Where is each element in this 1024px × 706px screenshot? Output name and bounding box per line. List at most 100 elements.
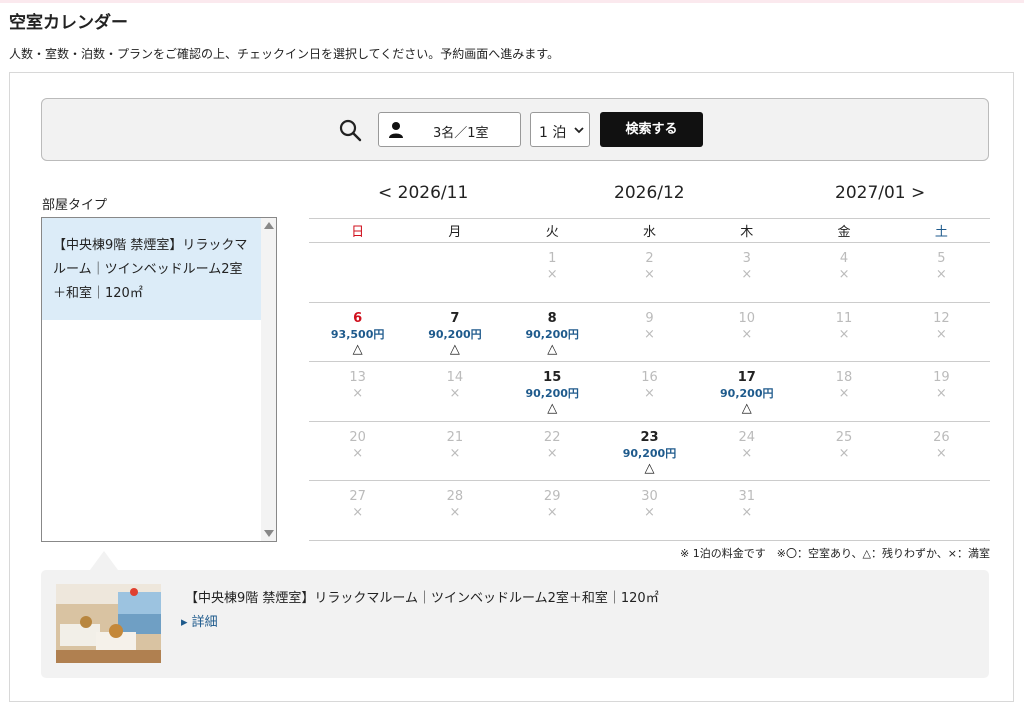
day-number: 4 bbox=[839, 251, 849, 266]
day-number: 8 bbox=[547, 310, 557, 326]
day-price[interactable]: 90,200円 bbox=[504, 386, 601, 401]
calendar-day-cell: 31 × bbox=[698, 480, 796, 541]
search-button[interactable]: 検索する bbox=[600, 112, 703, 147]
chevron-down-icon bbox=[574, 127, 584, 134]
day-number: 14 bbox=[446, 370, 464, 386]
day-number: 12 bbox=[933, 310, 950, 326]
day-number: 15 bbox=[543, 370, 562, 386]
calendar-day-cell: 25 × bbox=[795, 421, 893, 482]
calendar-day-cell: 22 × bbox=[503, 421, 601, 482]
full-mark: × bbox=[644, 326, 655, 342]
availability-calendar: 日月火水木金土 1 × 2 × 3 × 4 × 5 × 6 93,500円 △ 7 90,200円 △ 8 90,… bbox=[309, 218, 990, 541]
full-mark: × bbox=[935, 326, 947, 342]
calendar-day-cell: 13 × bbox=[309, 361, 407, 422]
calendar-day-cell: 27 × bbox=[309, 480, 407, 541]
full-mark: × bbox=[352, 445, 364, 461]
day-number: 11 bbox=[835, 310, 853, 326]
few-left-mark: △ bbox=[741, 401, 752, 417]
calendar-day-cell: 1 × bbox=[503, 242, 601, 303]
day-number: 29 bbox=[543, 489, 561, 505]
nights-select[interactable]: 1 泊 bbox=[530, 112, 590, 147]
calendar-week-row: 20 × 21 × 22 × 23 90,200円 △ 24 × 25 × 26 × bbox=[309, 421, 990, 482]
full-mark: × bbox=[935, 267, 947, 282]
calendar-day-cell[interactable]: 17 90,200円 △ bbox=[698, 361, 796, 422]
calendar-day-cell: 24 × bbox=[698, 421, 796, 482]
weekday-header: 月 bbox=[406, 218, 504, 243]
search-icon[interactable] bbox=[338, 118, 362, 142]
day-number: 18 bbox=[835, 370, 853, 386]
page-title: 空室カレンダー bbox=[9, 13, 128, 33]
full-mark: × bbox=[935, 445, 947, 461]
day-number: 1 bbox=[548, 251, 557, 266]
full-mark: × bbox=[741, 326, 753, 342]
calendar-day-cell: 20 × bbox=[309, 421, 407, 482]
calendar-week-row: 27 × 28 × 29 × 30 × 31 × bbox=[309, 480, 990, 541]
calendar-day-cell: 4 × bbox=[795, 242, 893, 303]
day-number: 2 bbox=[645, 251, 654, 266]
calendar-empty-cell bbox=[406, 242, 504, 303]
day-price[interactable]: 93,500円 bbox=[309, 327, 406, 342]
day-price[interactable]: 90,200円 bbox=[698, 386, 795, 401]
calendar-day-cell[interactable]: 7 90,200円 △ bbox=[406, 302, 504, 363]
calendar-empty-cell bbox=[795, 480, 893, 541]
room-detail-link[interactable]: ▸ 詳細 bbox=[181, 611, 218, 630]
calendar-day-cell: 2 × bbox=[600, 242, 699, 303]
guests-rooms-field[interactable]: 3名／1室 bbox=[378, 112, 521, 147]
day-number: 6 bbox=[353, 310, 363, 326]
full-mark: × bbox=[644, 505, 655, 521]
calendar-day-cell: 12 × bbox=[892, 302, 990, 363]
full-mark: × bbox=[644, 386, 655, 402]
full-mark: × bbox=[546, 445, 558, 461]
room-photo bbox=[56, 584, 161, 663]
calendar-empty-cell bbox=[309, 242, 407, 303]
calendar-day-cell: 10 × bbox=[698, 302, 796, 363]
day-number: 25 bbox=[835, 429, 853, 445]
weekday-header: 火 bbox=[503, 218, 601, 243]
day-number: 22 bbox=[543, 429, 561, 445]
day-number: 30 bbox=[641, 489, 658, 505]
calendar-day-cell: 18 × bbox=[795, 361, 893, 422]
day-price[interactable]: 90,200円 bbox=[406, 327, 503, 342]
calendar-day-cell[interactable]: 8 90,200円 △ bbox=[503, 302, 601, 363]
calendar-day-cell[interactable]: 23 90,200円 △ bbox=[600, 421, 699, 482]
full-mark: × bbox=[741, 445, 753, 461]
prev-month-link[interactable]: < 2026/11 bbox=[378, 183, 468, 203]
calendar-day-cell[interactable]: 15 90,200円 △ bbox=[503, 361, 601, 422]
person-icon bbox=[389, 122, 403, 138]
day-number: 10 bbox=[738, 310, 756, 326]
room-list-scrollbar[interactable] bbox=[261, 218, 276, 541]
calendar-day-cell[interactable]: 6 93,500円 △ bbox=[309, 302, 407, 363]
day-price[interactable]: 90,200円 bbox=[601, 446, 698, 461]
calendar-day-cell: 28 × bbox=[406, 480, 504, 541]
day-price[interactable]: 90,200円 bbox=[504, 327, 601, 342]
full-mark: × bbox=[838, 326, 850, 342]
day-number: 5 bbox=[937, 251, 946, 266]
full-mark: × bbox=[741, 267, 753, 282]
next-month-link[interactable]: 2027/01 > bbox=[835, 183, 925, 203]
room-type-list[interactable]: 【中央棟9階 禁煙室】リラックマルーム｜ツインベッドルーム2室＋和室｜120㎡ bbox=[41, 217, 277, 542]
day-number: 27 bbox=[349, 489, 366, 505]
few-left-mark: △ bbox=[547, 401, 558, 417]
weekday-header: 金 bbox=[795, 218, 893, 243]
room-type-option[interactable]: 【中央棟9階 禁煙室】リラックマルーム｜ツインベッドルーム2室＋和室｜120㎡ bbox=[42, 218, 261, 320]
calendar-day-cell: 3 × bbox=[698, 242, 796, 303]
weekday-header: 木 bbox=[698, 218, 796, 243]
day-number: 19 bbox=[933, 370, 950, 386]
guests-rooms-value: 3名／1室 bbox=[433, 126, 489, 141]
full-mark: × bbox=[546, 267, 558, 282]
scroll-down-arrow-icon[interactable] bbox=[264, 530, 274, 537]
calendar-day-cell: 26 × bbox=[892, 421, 990, 482]
calendar-day-cell: 19 × bbox=[892, 361, 990, 422]
calendar-empty-cell bbox=[892, 480, 990, 541]
calendar-day-cell: 30 × bbox=[600, 480, 699, 541]
calendar-day-cell: 21 × bbox=[406, 421, 504, 482]
day-number: 26 bbox=[933, 429, 950, 445]
day-number: 20 bbox=[349, 429, 366, 445]
scroll-up-arrow-icon[interactable] bbox=[264, 222, 274, 229]
calendar-week-row: 6 93,500円 △ 7 90,200円 △ 8 90,200円 △ 9 × 10 × 11 × 12 × bbox=[309, 302, 990, 363]
calendar-day-cell: 16 × bbox=[600, 361, 699, 422]
calendar-week-row: 13 × 14 × 15 90,200円 △ 16 × 17 90,200円 △ 18 × 19 × bbox=[309, 361, 990, 422]
room-type-label: 部屋タイプ bbox=[42, 198, 108, 213]
current-month-label: 2026/12 bbox=[614, 183, 685, 203]
day-number: 7 bbox=[450, 310, 460, 326]
